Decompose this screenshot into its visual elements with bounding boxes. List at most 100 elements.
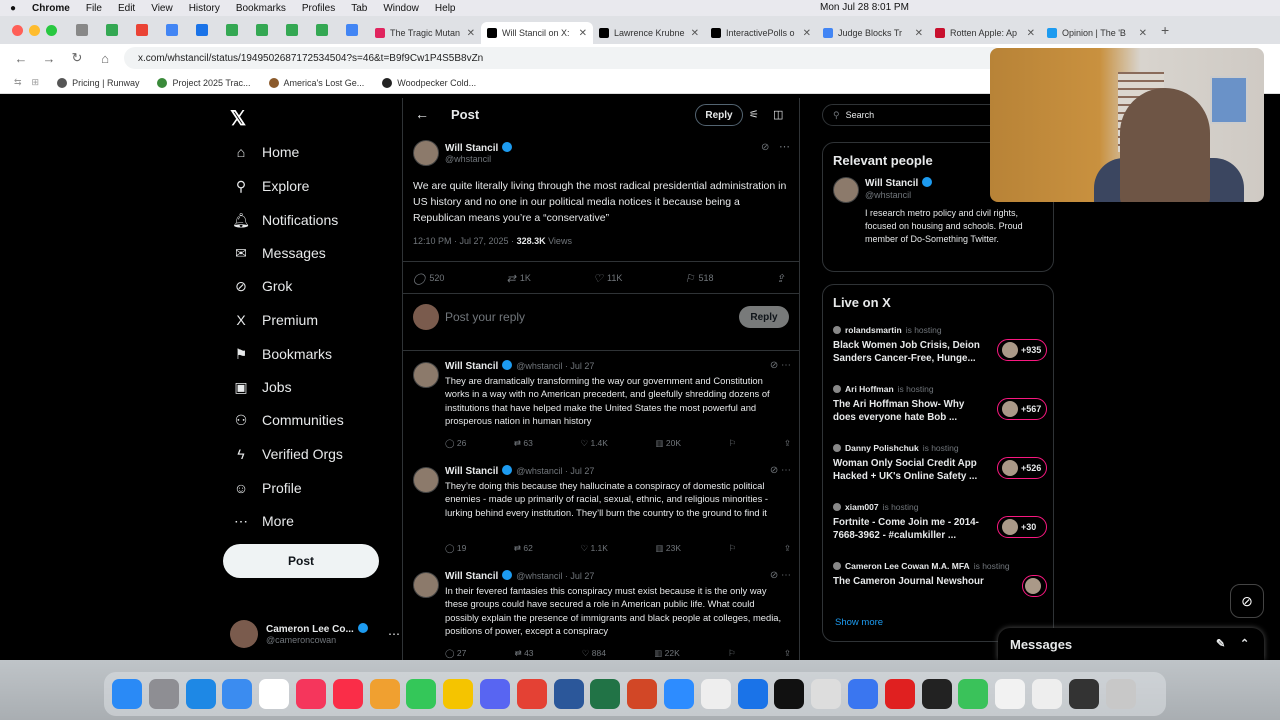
dock-word-icon[interactable] <box>553 679 584 709</box>
browser-tab[interactable]: InteractivePolls o ✕ <box>705 22 817 44</box>
avatar[interactable] <box>413 467 439 493</box>
url-field[interactable]: x.com/whstancil/status/19495026871725345… <box>124 47 1004 69</box>
bookmark-icon[interactable]: ⚐ <box>728 648 736 660</box>
bookmark-icon[interactable]: ⚐ <box>729 438 737 452</box>
share-icon[interactable]: ⇪ <box>784 543 791 557</box>
filter-icon[interactable]: ⚟ <box>749 108 759 121</box>
nav-communities[interactable]: ⚇ Communities <box>232 408 344 432</box>
dock-lx-icon[interactable] <box>700 679 731 709</box>
browser-tab[interactable]: Opinion | The 'B ✕ <box>1041 22 1153 44</box>
bookmark-item[interactable]: America's Lost Ge... <box>268 77 364 88</box>
compose-message-icon[interactable]: ✎ <box>1216 637 1225 650</box>
close-tab-icon[interactable]: ✕ <box>803 28 811 39</box>
post-author[interactable]: Will Stancil @whstancil <box>413 140 513 166</box>
share-icon[interactable]: ⇪ <box>784 648 791 660</box>
more-icon[interactable]: ⊘ ⋯ <box>770 465 791 476</box>
messages-drawer[interactable]: Messages ✎ ⌃ <box>998 628 1264 660</box>
share-icon[interactable]: ⇪ <box>784 438 791 452</box>
dock-zoom-icon[interactable] <box>663 679 694 709</box>
share-action[interactable]: ⇪ <box>776 270 789 286</box>
expand-icon[interactable]: ⌃ <box>1240 637 1249 650</box>
author-name[interactable]: Will Stancil <box>445 466 498 477</box>
header-reply-button[interactable]: Reply <box>695 104 743 126</box>
grok-icon[interactable]: ⊘ <box>761 142 769 153</box>
nav-premium[interactable]: X Premium <box>232 308 318 332</box>
like-action[interactable]: ♡ 1.1K <box>580 543 607 557</box>
avatar[interactable] <box>413 362 439 388</box>
post-timestamp[interactable]: 12:10 PM · Jul 27, 2025 · <box>413 236 517 246</box>
dock-mail-icon[interactable] <box>222 679 253 709</box>
close-tab-icon[interactable]: ✕ <box>467 28 475 39</box>
author-name[interactable]: Will Stancil <box>445 361 498 372</box>
nav-bookmarks[interactable]: ⚑ Bookmarks <box>232 342 332 366</box>
browser-tab-active[interactable]: Will Stancil on X: ✕ <box>481 22 593 44</box>
zoom-window-button[interactable] <box>46 24 57 36</box>
post-button[interactable]: Post <box>223 544 379 578</box>
views-action[interactable]: ▥ 20K <box>656 438 682 452</box>
reply-submit-button[interactable]: Reply <box>739 306 789 328</box>
live-item[interactable]: Danny Polishchuk is hosting Woman Only So… <box>833 443 1047 493</box>
dock-photos-icon[interactable] <box>369 679 400 709</box>
repost-action[interactable]: ⇄ 1K <box>507 270 531 286</box>
dock-finder-icon[interactable] <box>112 679 142 709</box>
menu-app-name[interactable]: Chrome <box>32 3 70 14</box>
dock-safari-icon[interactable] <box>185 679 216 709</box>
dock-chrome-icon[interactable] <box>516 679 547 709</box>
browser-tab[interactable]: Lawrence Krubne ✕ <box>593 22 705 44</box>
pinned-tab[interactable] <box>189 20 215 40</box>
menu-file[interactable]: File <box>86 3 102 14</box>
pinned-tab[interactable] <box>159 20 185 40</box>
views-action[interactable]: ▥ 23K <box>656 543 682 557</box>
nav-grok[interactable]: ⊘ Grok <box>232 274 292 298</box>
pinned-tab[interactable] <box>249 20 275 40</box>
avatar[interactable] <box>413 140 439 166</box>
pinned-tab[interactable] <box>309 20 335 40</box>
apple-icon[interactable]: ● <box>10 3 16 14</box>
bookmark-icon[interactable]: ⚐ <box>729 543 737 557</box>
more-icon[interactable]: ⊘ ⋯ <box>770 360 791 371</box>
live-item[interactable]: xiam007 is hosting Fortnite - Come Join m… <box>833 502 1047 552</box>
apps-icon[interactable]: ⊞ <box>32 77 40 88</box>
dock-acrobat-icon[interactable] <box>884 679 915 709</box>
dock-clock-icon[interactable] <box>921 679 952 709</box>
dock-doc-icon[interactable] <box>995 679 1026 709</box>
browser-tab[interactable]: The Tragic Mutan ✕ <box>369 22 481 44</box>
views-action[interactable]: ▥ 22K <box>654 648 680 660</box>
menu-view[interactable]: View <box>151 3 173 14</box>
bookmarks-nav-icon[interactable]: ⇆ <box>14 77 22 88</box>
x-logo-icon[interactable]: 𝕏 <box>230 106 246 131</box>
pinned-tab[interactable] <box>69 20 95 40</box>
bookmark-item[interactable]: Pricing | Runway <box>57 77 139 88</box>
close-tab-icon[interactable]: ✕ <box>579 28 587 39</box>
dock-messages-icon[interactable] <box>406 679 437 709</box>
dock-folder-icon[interactable] <box>1068 679 1099 709</box>
dock-butterfly-icon[interactable] <box>443 679 474 709</box>
browser-tab[interactable]: Judge Blocks Tr ✕ <box>817 22 929 44</box>
bookmark-item[interactable]: Woodpecker Cold... <box>382 77 476 88</box>
dock-screenshot-icon[interactable] <box>1031 679 1062 709</box>
nav-home[interactable]: ⌂ Home <box>232 140 300 164</box>
like-action[interactable]: ♡ 1.4K <box>580 438 607 452</box>
close-tab-icon[interactable]: ✕ <box>1139 28 1147 39</box>
nav-explore[interactable]: ⚲ Explore <box>232 174 310 198</box>
reply-action[interactable]: ◯ 19 <box>445 543 466 557</box>
live-item[interactable]: Ari Hoffman is hosting The Ari Hoffman Sh… <box>833 384 1047 434</box>
nav-profile[interactable]: ☺ Profile <box>232 476 302 500</box>
dock-excel-icon[interactable] <box>590 679 621 709</box>
dock-tv-icon[interactable] <box>774 679 805 709</box>
reply-action[interactable]: ◯ 26 <box>445 438 466 452</box>
bookmark-item[interactable]: Project 2025 Trac... <box>157 77 251 88</box>
dock-music-icon[interactable] <box>332 679 363 709</box>
show-more-link[interactable]: Show more <box>835 617 883 628</box>
close-window-button[interactable] <box>12 24 23 36</box>
reply-input[interactable]: Post your reply <box>445 310 525 324</box>
menu-edit[interactable]: Edit <box>118 3 135 14</box>
dock-signal-icon[interactable] <box>847 679 878 709</box>
new-tab-icon[interactable]: + <box>1161 22 1169 38</box>
reply-post[interactable]: Will Stancil @whstancil · Jul 27 ⊘ ⋯ They… <box>403 461 799 565</box>
more-icon[interactable]: ⋯ <box>779 140 790 153</box>
nav-jobs[interactable]: ▣ Jobs <box>232 375 291 399</box>
like-action[interactable]: ♡ 884 <box>582 648 606 660</box>
nav-messages[interactable]: ✉ Messages <box>232 241 326 265</box>
more-icon[interactable]: ⋯ <box>388 627 400 641</box>
